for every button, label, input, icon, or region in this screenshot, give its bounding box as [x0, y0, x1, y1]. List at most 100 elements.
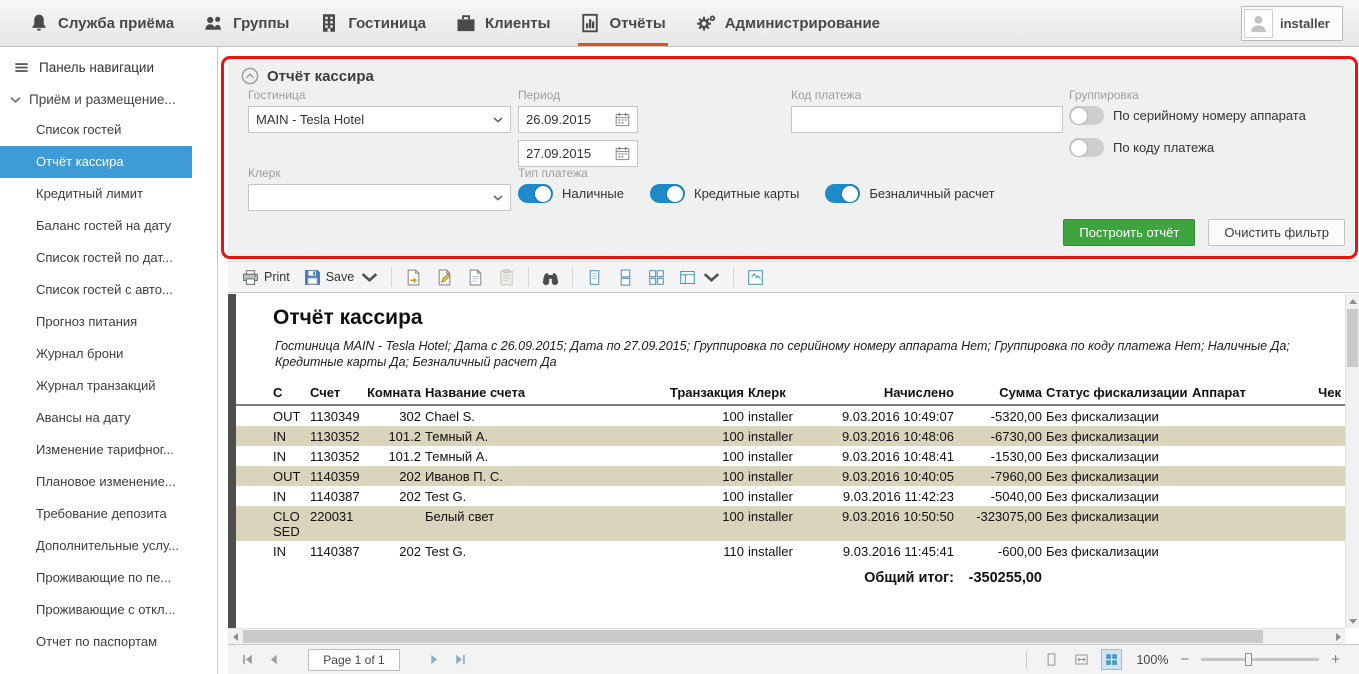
navigation-panel-header[interactable]: Панель навигации	[0, 47, 217, 84]
export-document-button[interactable]	[399, 265, 428, 290]
sidebar-item[interactable]: Отчёт кассира	[0, 146, 192, 178]
grouping-field: Группировка По серийному номеру аппарата…	[1069, 88, 1306, 170]
zoom-slider-thumb[interactable]	[1245, 653, 1252, 666]
date-to-input[interactable]: 27.09.2015	[518, 140, 638, 167]
report-cell: -7960,00	[958, 466, 1046, 486]
column-header: Сумма	[958, 383, 1046, 405]
single-page-mode-button[interactable]	[1041, 649, 1062, 670]
report-cell	[1192, 446, 1267, 466]
chevron-down-icon	[361, 269, 378, 286]
grouping-toggle-1[interactable]	[1069, 138, 1104, 157]
sidebar-item[interactable]: Проживающие по пе...	[0, 562, 192, 594]
vertical-scrollbar-thumb[interactable]	[1347, 309, 1358, 367]
report-cell: 1130349	[310, 405, 368, 426]
sidebar-item[interactable]: Требование депозита	[0, 498, 192, 530]
nav-item-clients[interactable]: Клиенты	[441, 0, 565, 46]
multiple-pages-view-icon	[648, 269, 665, 286]
clipboard-button[interactable]	[492, 265, 521, 290]
sidebar-item[interactable]: Плановое изменение...	[0, 466, 192, 498]
first-page-button[interactable]	[240, 653, 255, 666]
sidebar-item[interactable]: Баланс гостей на дату	[0, 210, 192, 242]
toolbar-separator	[391, 267, 392, 287]
previous-page-button[interactable]	[266, 653, 281, 666]
build-report-button[interactable]: Построить отчёт	[1063, 219, 1195, 246]
zoom-in-button[interactable]: +	[1328, 651, 1343, 668]
calendar-icon[interactable]	[615, 112, 630, 127]
page-gutter	[228, 294, 236, 628]
fit-width-mode-icon	[1074, 652, 1089, 667]
date-from-input[interactable]: 26.09.2015	[518, 106, 638, 133]
fit-width-mode-button[interactable]	[1071, 649, 1092, 670]
sidebar-item[interactable]: Отчет по паспортам	[0, 626, 192, 658]
period-field: Период 26.09.2015 27.09.2015	[518, 88, 638, 167]
sidebar-item[interactable]: Список гостей с авто...	[0, 274, 192, 306]
nav-item-hotel[interactable]: Гостиница	[304, 0, 441, 46]
edit-report-button[interactable]	[430, 265, 459, 290]
nav-item-label: Клиенты	[485, 15, 550, 32]
report-cell: Без фискализации	[1046, 541, 1192, 561]
sidebar-item[interactable]: Журнал брони	[0, 338, 192, 370]
report-cell: Без фискализации	[1046, 426, 1192, 446]
report-cell	[1267, 405, 1345, 426]
print-button[interactable]: Print	[236, 265, 296, 290]
sidebar-item[interactable]: Список гостей по дат...	[0, 242, 192, 274]
scroll-right-button[interactable]	[1331, 629, 1345, 645]
hotel-select-value: MAIN - Tesla Hotel	[256, 112, 364, 127]
hotel-select[interactable]: MAIN - Tesla Hotel	[248, 106, 511, 133]
zoom-out-button[interactable]: −	[1177, 651, 1192, 668]
sidebar-item[interactable]: Проживающие с откл...	[0, 594, 192, 626]
calendar-icon[interactable]	[615, 146, 630, 161]
clear-filter-button[interactable]: Очистить фильтр	[1208, 219, 1345, 246]
payment-type-label: Тип платежа	[518, 166, 1021, 180]
view-multiple-pages-button[interactable]	[642, 265, 671, 290]
sidebar-item[interactable]: Журнал транзакций	[0, 370, 192, 402]
new-document-button[interactable]	[461, 265, 490, 290]
scroll-left-button[interactable]	[228, 629, 242, 645]
fullscreen-button[interactable]	[741, 265, 770, 290]
nav-item-admin[interactable]: Администрирование	[681, 0, 895, 46]
payment-code-input[interactable]	[791, 106, 1063, 133]
building-icon	[319, 13, 339, 33]
user-menu-button[interactable]: installer	[1241, 6, 1343, 41]
scroll-down-button[interactable]	[1346, 614, 1359, 628]
users-icon	[204, 13, 224, 33]
sidebar-item[interactable]: Список гостей	[0, 114, 192, 146]
grid-view-mode-button[interactable]	[1101, 649, 1122, 670]
sidebar-item[interactable]: Дополнительные услу...	[0, 530, 192, 562]
save-button[interactable]: Save	[298, 265, 385, 290]
payment-type-toggle-0[interactable]	[518, 184, 553, 203]
last-page-button[interactable]	[453, 653, 468, 666]
toolbar-separator	[528, 267, 529, 287]
grouping-toggles: По серийному номеру аппаратаПо коду плат…	[1069, 106, 1306, 157]
nav-item-reception[interactable]: Служба приёма	[14, 0, 189, 46]
horizontal-scrollbar-thumb[interactable]	[243, 630, 1263, 643]
report-cell: 9.03.2016 10:50:50	[832, 506, 958, 541]
grouping-toggle-0[interactable]	[1069, 106, 1104, 125]
view-single-page-button[interactable]	[580, 265, 609, 290]
report-cell: Без фискализации	[1046, 486, 1192, 506]
chevron-down-icon	[703, 269, 720, 286]
view-continuous-button[interactable]	[611, 265, 640, 290]
payment-type-toggle-1[interactable]	[650, 184, 685, 203]
nav-item-reports[interactable]: Отчёты	[565, 0, 680, 46]
sidebar-item[interactable]: Кредитный лимит	[0, 178, 192, 210]
next-page-button[interactable]	[427, 653, 442, 666]
report-cell	[368, 506, 425, 541]
clerk-select[interactable]	[248, 184, 511, 211]
scroll-up-button[interactable]	[1346, 294, 1359, 308]
report-cell: OUT	[236, 466, 310, 486]
report-cell: installer	[748, 466, 832, 486]
view-layout-button[interactable]	[673, 265, 726, 290]
zoom-slider[interactable]	[1201, 658, 1319, 661]
vertical-scrollbar[interactable]	[1345, 294, 1359, 628]
sidebar-item[interactable]: Авансы на дату	[0, 402, 192, 434]
horizontal-scrollbar[interactable]	[228, 628, 1345, 644]
collapse-panel-icon[interactable]	[241, 67, 259, 85]
find-button[interactable]	[536, 265, 565, 290]
payment-type-toggle-2[interactable]	[825, 184, 860, 203]
nav-item-groups[interactable]: Группы	[189, 0, 304, 46]
sidebar-item[interactable]: Прогноз питания	[0, 306, 192, 338]
report-cell	[1192, 466, 1267, 486]
sidebar-section-reception[interactable]: Приём и размещение...	[0, 84, 217, 114]
sidebar-item[interactable]: Изменение тарифног...	[0, 434, 192, 466]
